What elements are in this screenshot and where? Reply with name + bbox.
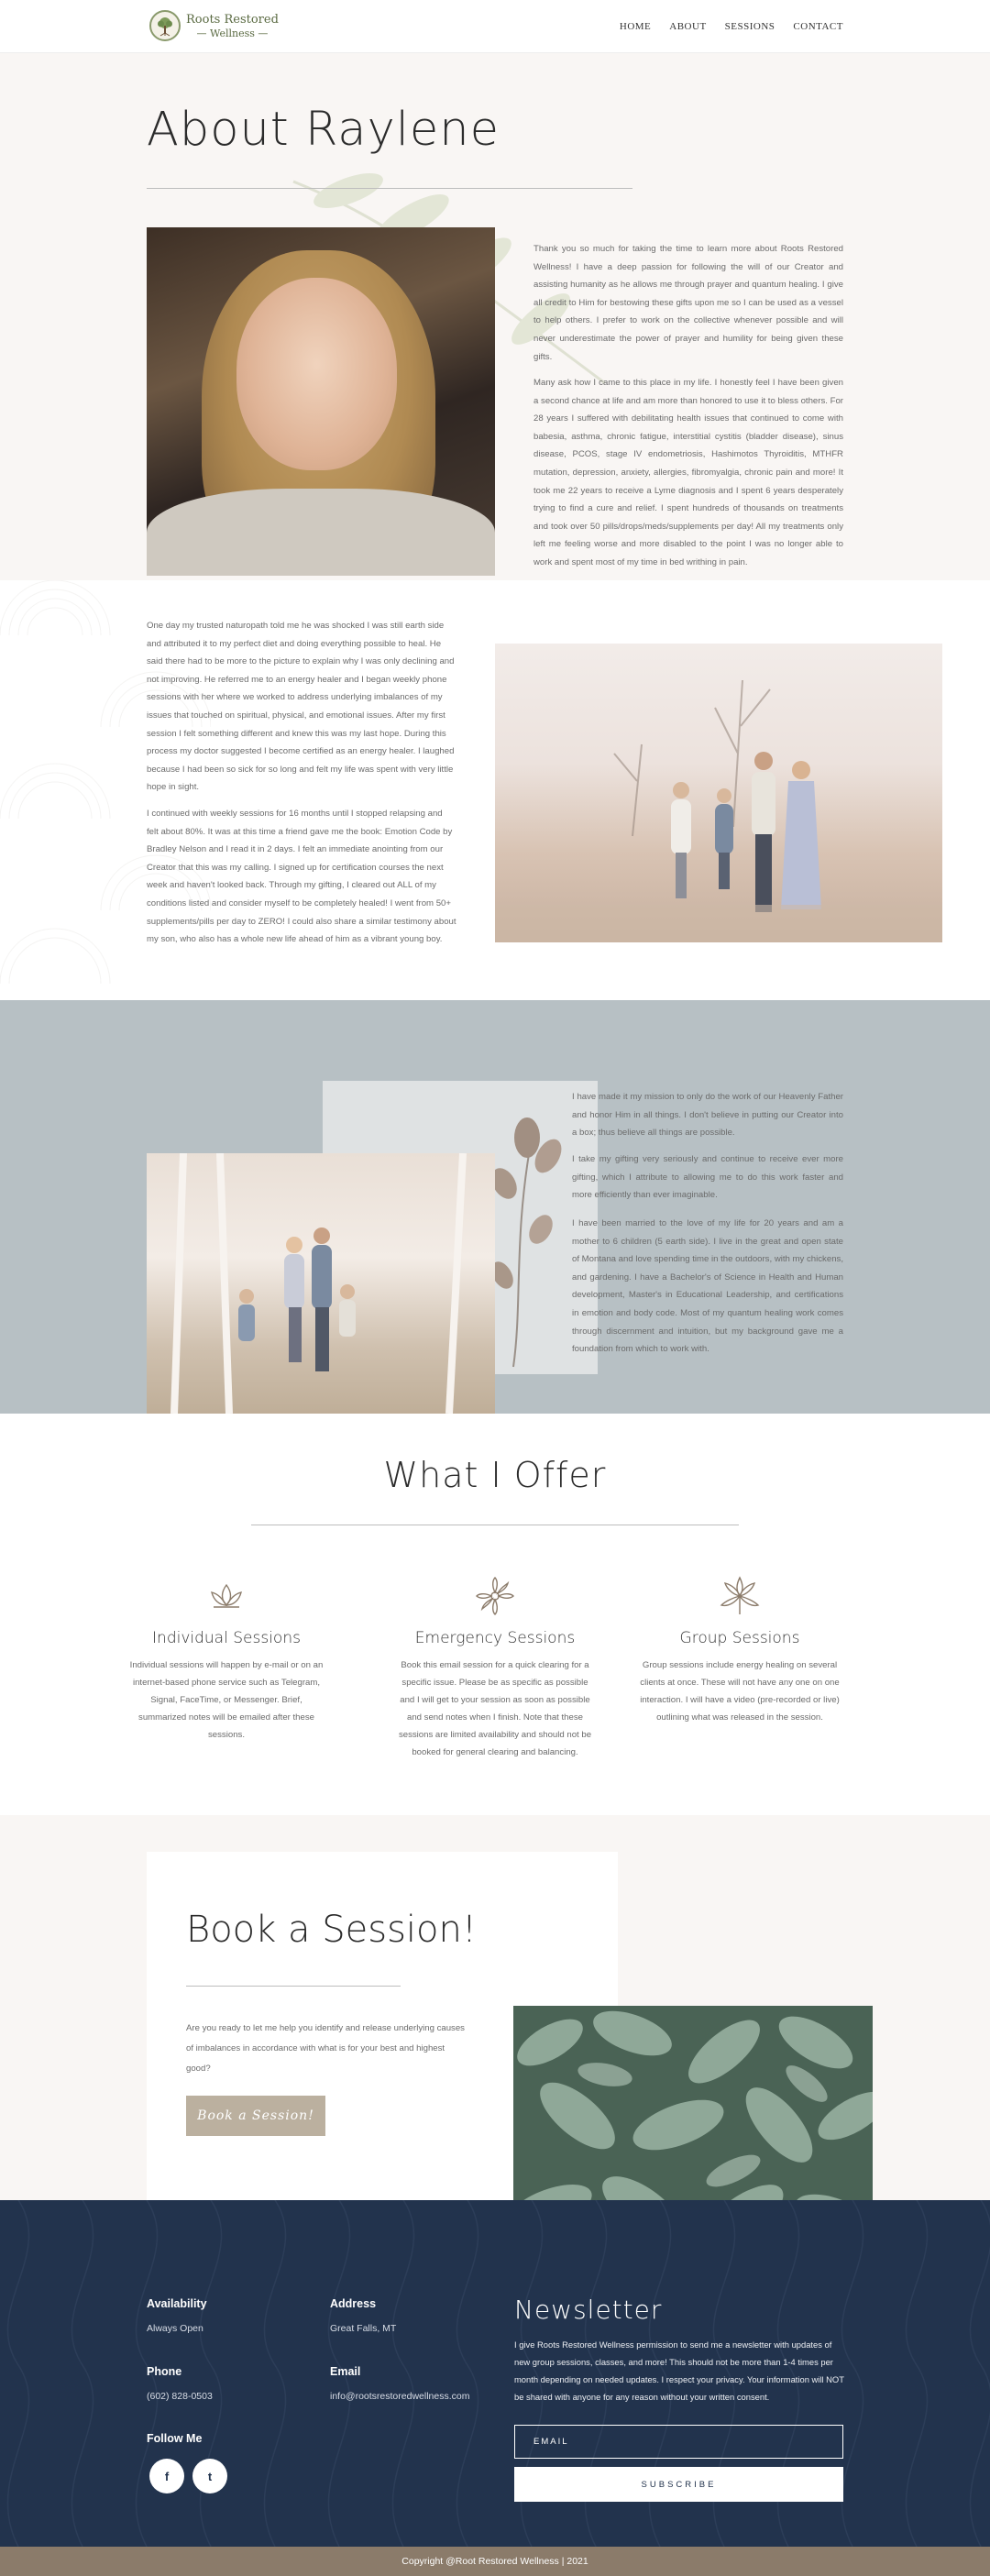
service-description: Book this email session for a quick clea… <box>398 1660 592 1757</box>
site-header: Roots Restored — Wellness — HOME ABOUT S… <box>0 0 990 53</box>
logo-line-2: — Wellness — <box>196 27 269 39</box>
nav-contact-link[interactable]: CONTACT <box>793 21 843 32</box>
mission-paragraph-3: I have been married to the love of my li… <box>572 1218 843 1355</box>
story-paragraph-1: One day my trusted naturopath told me he… <box>147 621 455 793</box>
email-value[interactable]: info@rootsrestoredwellness.com <box>330 2391 469 2402</box>
book-session-button[interactable]: Book a Session! <box>186 2096 325 2136</box>
service-title: Emergency Sessions <box>414 1629 576 1647</box>
service-title: Group Sessions <box>679 1629 800 1647</box>
availability-label: Availability <box>147 2297 207 2310</box>
newsletter-email-input[interactable] <box>514 2425 843 2459</box>
lotus-icon <box>211 1583 242 1608</box>
site-footer: Availability Always Open Address Great F… <box>0 2200 990 2547</box>
follow-me-label: Follow Me <box>147 2432 203 2445</box>
book-title: Book a Session! <box>186 1909 477 1951</box>
logo-line-1: Roots Restored <box>186 12 279 27</box>
email-label: Email <box>330 2365 361 2378</box>
address-value: Great Falls, MT <box>330 2323 397 2334</box>
availability-value: Always Open <box>147 2323 204 2334</box>
twitter-icon[interactable]: t <box>192 2459 227 2493</box>
service-card-individual: Individual Sessions Individual sessions … <box>126 1574 327 1744</box>
service-card-emergency: Emergency Sessions Book this email sessi… <box>394 1574 596 1761</box>
site-logo[interactable]: Roots Restored — Wellness — <box>149 10 279 41</box>
family-birch-trees-photo <box>147 1153 495 1414</box>
main-navigation: HOME ABOUT SESSIONS CONTACT <box>620 21 843 32</box>
book-description: Are you ready to let me help you identif… <box>186 2023 465 2074</box>
subscribe-button[interactable]: SUBSCRIBE <box>514 2467 843 2502</box>
book-divider <box>186 1986 401 1987</box>
story-section: One day my trusted naturopath told me he… <box>0 580 990 1000</box>
service-description: Individual sessions will happen by e-mai… <box>129 1660 324 1740</box>
tree-logo-icon <box>149 10 181 41</box>
offer-title: What I Offer <box>383 1455 607 1495</box>
title-divider <box>147 188 632 189</box>
nav-about-link[interactable]: ABOUT <box>669 21 706 32</box>
facebook-icon[interactable]: f <box>149 2459 184 2493</box>
about-title: About Raylene <box>147 103 500 157</box>
story-paragraph-2: I continued with weekly sessions for 16 … <box>147 809 456 945</box>
nav-home-link[interactable]: HOME <box>620 21 651 32</box>
newsletter-description: I give Roots Restored Wellness permissio… <box>514 2339 844 2402</box>
mission-section: I have made it my mission to only do the… <box>0 1000 990 1414</box>
service-description: Group sessions include energy healing on… <box>640 1660 840 1723</box>
about-paragraph-1: Thank you so much for taking the time to… <box>534 244 843 362</box>
about-section: About Raylene Thank you so much for taki… <box>0 53 990 580</box>
star-flower-icon <box>720 1576 760 1614</box>
service-title: Individual Sessions <box>152 1629 301 1647</box>
copyright-bar: Copyright @Root Restored Wellness | 2021 <box>0 2547 990 2576</box>
logo-line-2-text: Wellness <box>210 27 255 39</box>
newsletter-title: Newsletter <box>514 2295 663 2325</box>
phone-label: Phone <box>147 2365 182 2378</box>
phone-value[interactable]: (602) 828-0503 <box>147 2391 213 2402</box>
flower-icon <box>476 1577 514 1615</box>
mission-paragraph-2: I take my gifting very seriously and con… <box>572 1154 843 1201</box>
family-field-photo <box>495 644 942 942</box>
raylene-portrait-photo <box>147 227 495 576</box>
mission-paragraph-1: I have made it my mission to only do the… <box>572 1092 843 1139</box>
about-paragraph-2: Many ask how I came to this place in my … <box>534 378 843 567</box>
nav-sessions-link[interactable]: SESSIONS <box>725 21 776 32</box>
offer-section: What I Offer Individual Sessions Individ… <box>0 1414 990 1815</box>
address-label: Address <box>330 2297 377 2310</box>
book-session-section: Book a Session! Are you ready to let me … <box>0 1815 990 2262</box>
service-card-group: Group Sessions Group sessions include en… <box>639 1574 841 1726</box>
